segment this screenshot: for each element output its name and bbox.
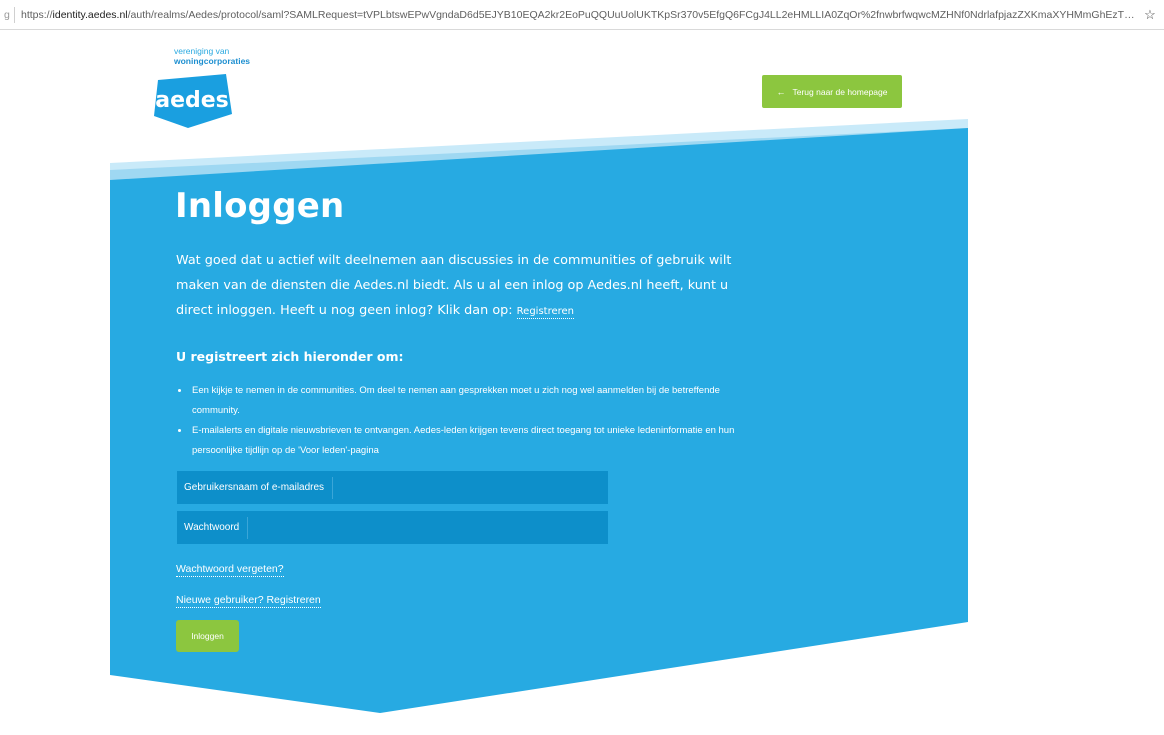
arrow-left-icon: ← [776, 86, 786, 97]
username-label: Gebruikersnaam of e-mailadres [177, 476, 334, 499]
benefits-list: Een kijkje te nemen in de communities. O… [176, 381, 736, 461]
login-button[interactable]: Inloggen [176, 620, 239, 652]
logo-wordmark: aedes [155, 88, 229, 113]
forgot-password-link[interactable]: Wachtwoord vergeten? [176, 563, 284, 577]
register-subheading: U registreert zich hieronder om: [176, 349, 404, 364]
username-field[interactable]: Gebruikersnaam of e-mailadres [177, 471, 608, 504]
intro-register-link[interactable]: Registreren [516, 306, 575, 319]
password-label: Wachtwoord [177, 516, 249, 539]
username-input[interactable] [333, 471, 608, 504]
tagline-top: vereniging van [174, 46, 230, 56]
password-input[interactable] [248, 511, 608, 544]
intro-paragraph: Wat goed dat u actief wilt deelnemen aan… [176, 248, 736, 324]
new-user-register-link[interactable]: Nieuwe gebruiker? Registreren [176, 594, 321, 608]
back-button-label: Terug naar de homepage [792, 86, 888, 97]
aedes-logo[interactable]: aedes [152, 72, 234, 128]
list-item: Een kijkje te nemen in de communities. O… [190, 381, 736, 421]
aedes-logo-mark: aedes [154, 74, 232, 128]
logo-tagline: vereniging van woningcorporaties [174, 46, 250, 66]
list-item: E-mailalerts en digitale nieuwsbrieven t… [190, 421, 736, 461]
password-field[interactable]: Wachtwoord [177, 511, 608, 544]
tagline-bottom: woningcorporaties [174, 56, 251, 66]
intro-text: Wat goed dat u actief wilt deelnemen aan… [176, 253, 732, 318]
page-title: Inloggen [175, 186, 345, 226]
back-to-homepage-button[interactable]: ← Terug naar de homepage [762, 75, 902, 108]
